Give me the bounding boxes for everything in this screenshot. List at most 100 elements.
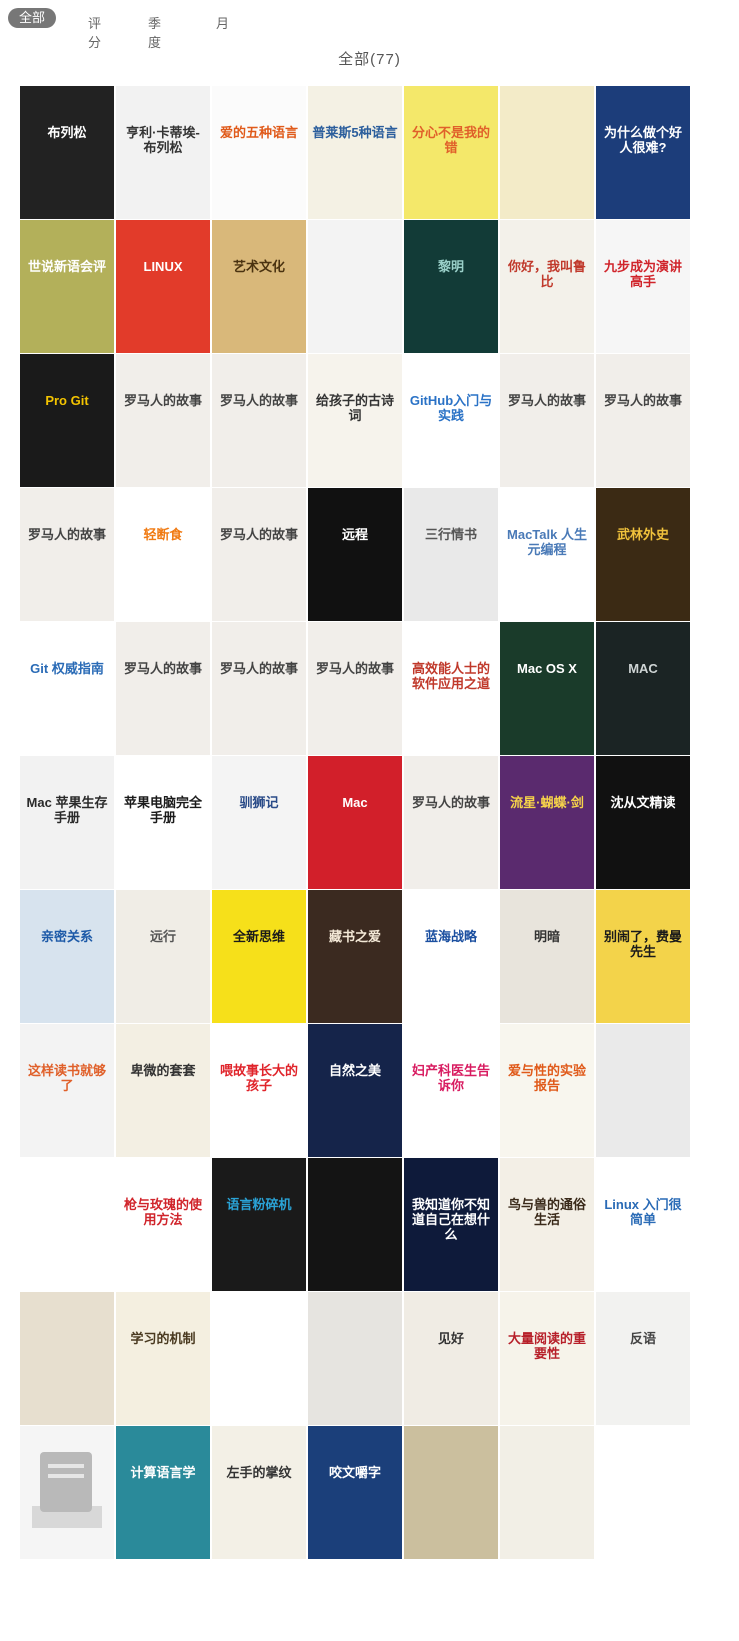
book-title: 罗马人的故事 [123,661,202,676]
tab-all[interactable]: 全部 [8,8,56,28]
book-cover[interactable]: 给孩子的古诗词 [308,354,402,487]
book-cover[interactable]: 远行 [116,890,210,1023]
tab-month[interactable]: 月 [216,11,229,34]
book-title: 自然之美 [328,1063,381,1078]
book-cover[interactable]: 为什么做个好人很难? [596,86,690,219]
book-cover[interactable]: 这样读书就够了 [20,1024,114,1157]
book-cover[interactable] [212,1292,306,1425]
book-cover[interactable]: 见好 [404,1292,498,1425]
book-cover[interactable]: MacTalk 人生元编程 [500,488,594,621]
book-cover[interactable]: 计算语言学 [116,1426,210,1559]
tab-rating[interactable]: 评分 [88,11,101,53]
book-cover[interactable]: 鸟与兽的通俗生活 [500,1158,594,1291]
book-title: 语言粉碎机 [226,1197,292,1212]
book-cover[interactable] [20,1292,114,1425]
book-cover[interactable]: 枪与玫瑰的使用方法 [116,1158,210,1291]
book-cover[interactable] [308,220,402,353]
book-title: LINUX [143,259,183,274]
book-cover[interactable] [596,1426,690,1559]
book-placeholder-icon [40,1452,92,1512]
book-cover[interactable]: 驯狮记 [212,756,306,889]
book-cover[interactable]: 明暗 [500,890,594,1023]
book-cover[interactable] [20,1426,114,1559]
book-cover[interactable]: 艺术文化 [212,220,306,353]
book-cover[interactable]: 咬文嚼字 [308,1426,402,1559]
book-cover[interactable]: 反语 [596,1292,690,1425]
book-cover[interactable]: 罗马人的故事 [116,622,210,755]
book-cover[interactable]: 语言粉碎机 [212,1158,306,1291]
book-title: 蓝海战略 [424,929,477,944]
book-cover[interactable]: 藏书之爱 [308,890,402,1023]
book-cover[interactable]: 罗马人的故事 [404,756,498,889]
book-cover[interactable]: 黎明 [404,220,498,353]
book-cover[interactable]: 分心不是我的错 [404,86,498,219]
book-cover[interactable]: 世说新语会评 [20,220,114,353]
book-cover[interactable] [308,1158,402,1291]
book-title: 反语 [629,1331,656,1346]
book-cover[interactable]: 蓝海战略 [404,890,498,1023]
book-cover[interactable]: 亨利·卡蒂埃-布列松 [116,86,210,219]
book-cover[interactable]: 罗马人的故事 [20,488,114,621]
tab-quarter[interactable]: 季度 [148,11,161,53]
book-cover[interactable]: 罗马人的故事 [308,622,402,755]
book-cover[interactable]: GitHub入门与实践 [404,354,498,487]
book-cover[interactable]: 布列松 [20,86,114,219]
book-title: 亨利·卡蒂埃-布列松 [126,125,200,155]
book-title: 普莱斯5种语言 [312,125,398,140]
book-cover[interactable] [596,1024,690,1157]
book-count-label: 全部(77) [338,51,401,68]
book-cover[interactable] [500,86,594,219]
book-cover[interactable]: 妇产科医生告诉你 [404,1024,498,1157]
book-cover[interactable]: 流星·蝴蝶·剑 [500,756,594,889]
book-title: 三行情书 [424,527,477,542]
book-cover[interactable]: LINUX [116,220,210,353]
book-cover[interactable]: 高效能人士的软件应用之道 [404,622,498,755]
book-cover[interactable]: 沈从文精读 [596,756,690,889]
book-title: MAC [628,661,658,676]
book-cover[interactable]: 亲密关系 [20,890,114,1023]
book-cover[interactable]: 罗马人的故事 [596,354,690,487]
book-title: 妇产科医生告诉你 [411,1063,490,1093]
book-cover[interactable]: Mac OS X [500,622,594,755]
book-title: 罗马人的故事 [123,393,202,408]
book-cover[interactable] [500,1426,594,1559]
book-cover[interactable]: Pro Git [20,354,114,487]
book-title: Mac OS X [517,661,577,676]
book-cover[interactable]: 罗马人的故事 [212,622,306,755]
book-cover[interactable]: MAC [596,622,690,755]
book-cover[interactable]: Mac 苹果生存手册 [20,756,114,889]
book-cover[interactable]: Git 权威指南 [20,622,114,755]
book-cover[interactable]: 全新思维 [212,890,306,1023]
book-cover[interactable]: Mac [308,756,402,889]
book-cover[interactable]: 别闹了，费曼先生 [596,890,690,1023]
book-title: 远行 [149,929,176,944]
book-cover[interactable]: 武林外史 [596,488,690,621]
book-cover[interactable]: 罗马人的故事 [212,488,306,621]
book-title: 别闹了，费曼先生 [603,929,682,959]
book-cover[interactable]: 你好，我叫鲁比 [500,220,594,353]
book-cover[interactable]: 九步成为演讲高手 [596,220,690,353]
book-cover[interactable]: 苹果电脑完全手册 [116,756,210,889]
book-cover[interactable]: 我知道你不知道自己在想什么 [404,1158,498,1291]
book-cover[interactable]: 罗马人的故事 [500,354,594,487]
book-cover[interactable] [308,1292,402,1425]
book-cover[interactable] [404,1426,498,1559]
book-cover[interactable]: 学习的机制 [116,1292,210,1425]
book-cover[interactable]: 大量阅读的重要性 [500,1292,594,1425]
book-cover[interactable] [20,1158,114,1291]
book-cover[interactable]: 左手的掌纹 [212,1426,306,1559]
book-cover[interactable]: 爱的五种语言 [212,86,306,219]
book-cover[interactable]: 卑微的套套 [116,1024,210,1157]
book-title: 远程 [341,527,368,542]
book-cover[interactable]: 轻断食 [116,488,210,621]
book-cover[interactable]: 普莱斯5种语言 [308,86,402,219]
book-cover[interactable]: 自然之美 [308,1024,402,1157]
book-cover[interactable]: 喂故事长大的孩子 [212,1024,306,1157]
book-cover[interactable]: Linux 入门很简单 [596,1158,690,1291]
book-cover[interactable]: 远程 [308,488,402,621]
book-cover[interactable]: 罗马人的故事 [212,354,306,487]
book-title: 我知道你不知道自己在想什么 [411,1197,490,1242]
book-cover[interactable]: 三行情书 [404,488,498,621]
book-cover[interactable]: 罗马人的故事 [116,354,210,487]
book-cover[interactable]: 爱与性的实验报告 [500,1024,594,1157]
